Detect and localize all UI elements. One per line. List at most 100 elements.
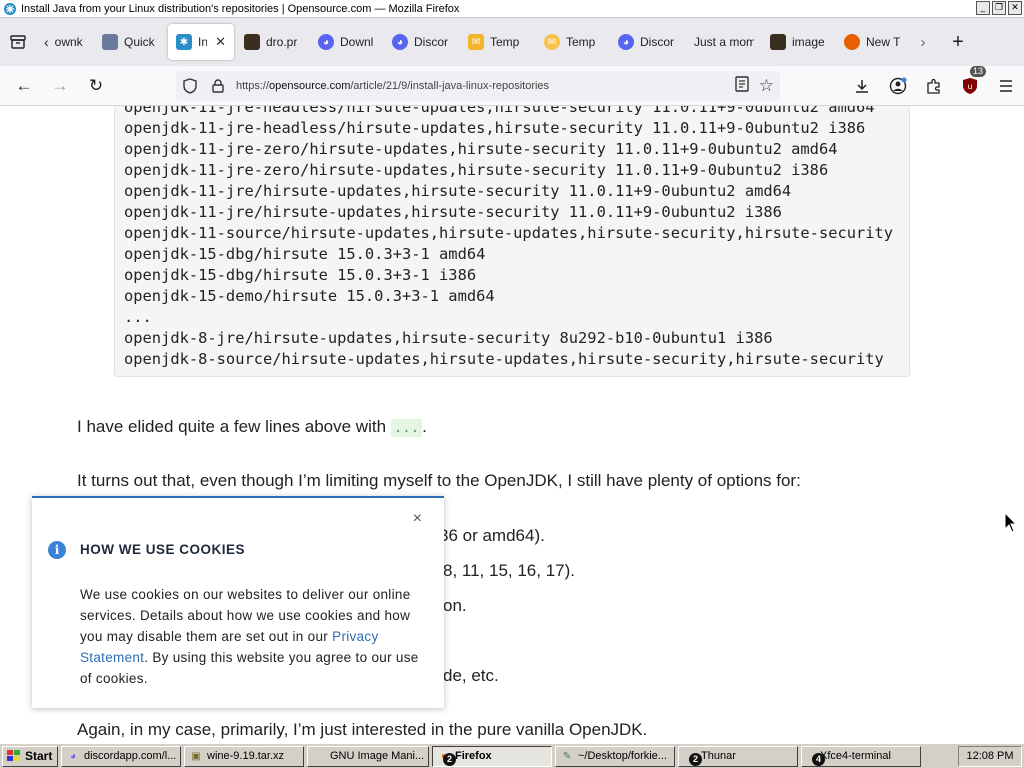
page-icon [102,34,118,50]
reload-icon: ↻ [88,75,104,95]
tab-6[interactable]: ◕ Discor [384,24,460,60]
cookie-heading: HOW WE USE COOKIES [80,542,246,557]
taskbar-item-label: discordapp.com/l... [84,750,177,762]
tab-7[interactable]: ✉ Temp [460,24,536,60]
lock-icon[interactable] [204,79,232,93]
ublock-extension-button[interactable]: u 13 [952,66,988,102]
paragraph-vanilla: Again, in my case, primarily, I’m just i… [77,720,648,739]
mail-icon: ✉ [468,34,484,50]
paragraph-elided: I have elided quite a few lines above wi… [77,417,427,437]
reload-button[interactable]: ↻ [78,70,114,102]
code-line: openjdk-11-source/hirsute-updates,hirsut… [124,224,894,242]
window-title: Install Java from your Linux distributio… [21,2,460,15]
page-content: openjdk-11-jre-headless/hirsute-updates,… [0,106,1024,743]
url-bar[interactable]: https://opensource.com/article/21/9/inst… [176,71,780,101]
tab-12[interactable]: New T [836,24,908,60]
bookmark-star-icon[interactable]: ☆ [759,76,774,96]
hamburger-icon [1000,80,1012,92]
menu-button[interactable] [988,70,1024,102]
puzzle-icon [927,78,940,94]
tracking-shield-icon[interactable] [176,78,204,94]
url-host: opensource.com [269,80,351,92]
tab-label: ownk [54,35,83,49]
account-button[interactable] [880,70,916,102]
discord-icon: ◕ [392,34,408,50]
code-line: openjdk-15-demo/hirsute 15.0.3+3-1 amd64 [124,287,495,305]
taskbar-item-gimp[interactable]: GNU Image Mani... [307,745,429,767]
tab-9[interactable]: ◕ Discor [610,24,686,60]
start-button[interactable]: Start [2,745,58,767]
editor-icon: ✎ [562,750,572,762]
cookie-body: We use cookies on our websites to delive… [80,584,425,689]
tab-4[interactable]: dro.pr [236,24,310,60]
account-icon [889,77,907,95]
start-label: Start [25,749,53,763]
firefox-icon [844,34,860,50]
tab-5[interactable]: ◕ Downl [310,24,384,60]
window-controls: _ ❐ ✕ [976,1,1022,15]
archive-icon: ▣ [191,750,201,762]
taskbar-item-label: Thunar [701,750,736,762]
tab-3-active[interactable]: ✱ Inst ✕ [168,24,234,60]
tab-label: Downl [340,35,374,49]
tab-1[interactable]: ‹ ownk [36,24,94,60]
start-icon [7,750,20,761]
code-line: openjdk-11-jre-zero/hirsute-updates,hirs… [124,161,829,179]
code-line: openjdk-11-jre-headless/hirsute-updates,… [124,106,875,116]
close-window-button[interactable]: ✕ [1008,1,1022,15]
paragraph-options: It turns out that, even though I’m limit… [77,471,801,490]
discord-icon: ◕ [69,750,77,762]
code-line: openjdk-11-jre/hirsute-updates,hirsute-s… [124,182,792,200]
list-item-tail: 36 or amd64). [439,526,545,545]
app-icon [3,2,17,16]
extensions-button[interactable] [916,70,952,102]
url-text[interactable]: https://opensource.com/article/21/9/inst… [236,80,549,92]
tab-label: Quick [124,35,155,49]
reader-view-icon[interactable] [735,75,749,97]
list-item-tail: de, etc. [443,666,499,685]
taskbar-item-label: ~/Desktop/forkie... [578,750,667,762]
arrow-left-icon: ← [15,75,33,95]
taskbar-item-terminal[interactable]: Xfce4-terminal 4 [801,745,921,767]
screen: Install Java from your Linux distributio… [0,0,1024,768]
mail-icon: ✉ [544,34,560,50]
minimize-button[interactable]: _ [976,1,990,15]
tab-11[interactable]: image [762,24,836,60]
tab-label: New T [866,35,900,49]
back-button[interactable]: ← [6,70,42,102]
url-scheme: https:// [236,80,270,92]
tab-overview-button[interactable] [0,18,36,66]
maximize-button[interactable]: ❐ [992,1,1006,15]
forward-button[interactable]: → [42,70,78,102]
window-count-badge: 2 [689,752,702,766]
close-cookie-button[interactable]: × [413,510,422,528]
paragraph-text: . [422,417,427,436]
taskbar-item-archive[interactable]: ▣ wine-9.19.tar.xz [184,745,304,767]
code-lines: openjdk-11-jre-headless/hirsute-updates,… [124,106,893,370]
scroll-tabs-right-button[interactable]: › [908,18,938,66]
close-tab-icon[interactable]: ✕ [215,34,226,50]
mouse-cursor-icon [1004,512,1018,533]
taskbar-item-discord[interactable]: ◕ discordapp.com/l... [61,745,181,767]
tab-10[interactable]: Just a mom [686,24,762,60]
image-icon [770,34,786,50]
tab-strip: ‹ ownk Quick ✱ Inst ✕ dro.pr ◕ Downl ◕ D… [0,18,1024,66]
taskbar-item-thunar[interactable]: Thunar 2 [678,745,798,767]
code-line: openjdk-11-jre/hirsute-updates,hirsute-s… [124,203,782,221]
tab-8[interactable]: ✉ Temp [536,24,610,60]
new-tab-button[interactable]: + [938,18,978,66]
tab-label: Just a mom [694,35,754,49]
taskbar-item-label: wine-9.19.tar.xz [207,750,285,762]
tab-2[interactable]: Quick [94,24,166,60]
code-block: openjdk-11-jre-headless/hirsute-updates,… [114,106,910,377]
taskbar-item-label: GNU Image Mani... [330,750,425,762]
tab-label: Discor [640,35,675,49]
navigation-toolbar: ← → ↻ https://opensource.com/article/21/… [0,66,1024,106]
taskbar-item-editor[interactable]: ✎ ~/Desktop/forkie... [555,745,675,767]
code-line: ... [124,308,152,326]
tab-label: Discor [414,35,449,49]
downloads-button[interactable] [844,70,880,102]
taskbar-item-label: Xfce4-terminal [820,750,891,762]
taskbar-item-firefox[interactable]: ● Firefox 2 [432,745,552,767]
code-line: openjdk-11-jre-headless/hirsute-updates,… [124,119,866,137]
